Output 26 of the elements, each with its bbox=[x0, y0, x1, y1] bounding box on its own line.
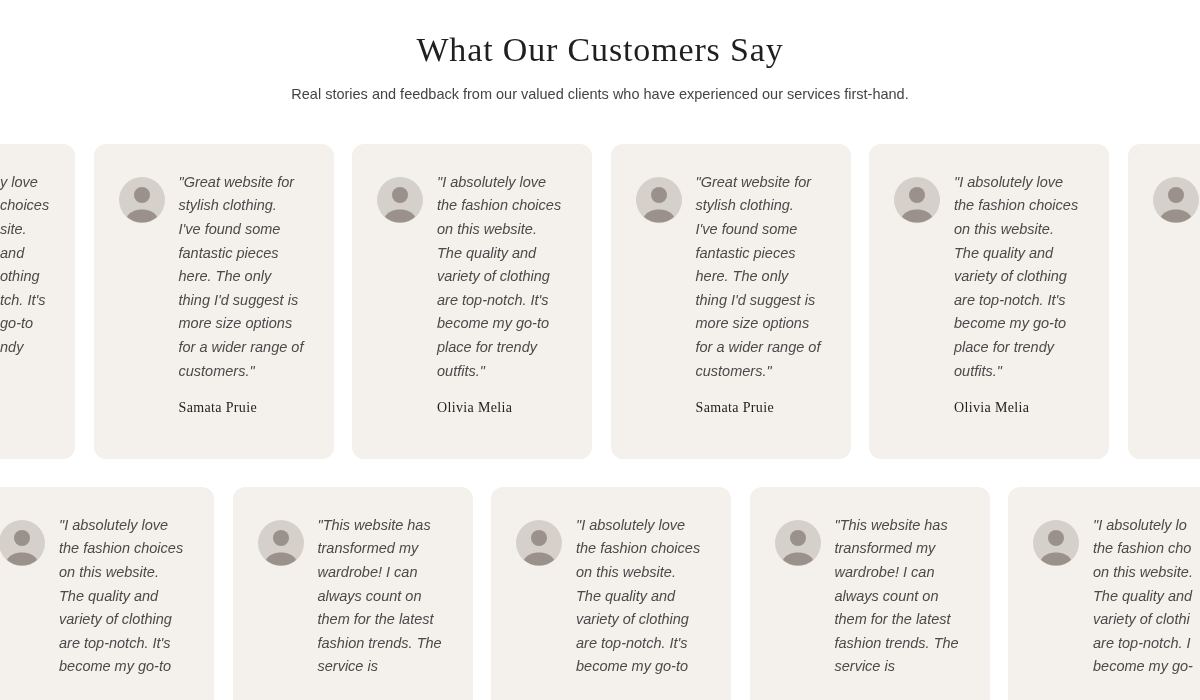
testimonial-quote: "I absolutely love the fashion choices on this website. The quality and variety of clothing are top-notch. It's become my go-to place for trendy outfits." bbox=[437, 172, 562, 381]
testimonial-quote: y love choices site. and othing tch. It's go-to ndy bbox=[0, 172, 51, 357]
testimonial-quote: "This website has transformed my wardrobe! I can always count on them for the latest fashion trends. The service is bbox=[317, 515, 442, 677]
avatar-silhouette-icon bbox=[516, 519, 562, 566]
testimonial-quote: "I absolutely love the fashion choices on this website. The quality and variety of clothing are top-notch. It's become my go-to place for trendy outfits." bbox=[954, 172, 1079, 381]
customer-name: Samata Pruie bbox=[695, 399, 775, 418]
customer-name: Olivia Melia bbox=[437, 399, 514, 418]
avatar-silhouette-icon bbox=[635, 176, 682, 223]
testimonial-quote: "I absolutely lo the fashion cho on this website. The quality and variety of clothi are top-notch. I become my go- bbox=[1093, 515, 1193, 677]
customer-name: Samata Pruie bbox=[178, 399, 258, 418]
avatar-silhouette-icon bbox=[1033, 519, 1079, 566]
testimonial-quote: "Great website for stylish clothing. I've found some fantastic pieces here. The only thing I'd suggest is more size options for a wider range of customers." bbox=[695, 172, 821, 381]
customer-name: Olivia Melia bbox=[954, 399, 1031, 418]
avatar-silhouette-icon bbox=[894, 176, 940, 223]
section-title: What Our Customers Say bbox=[416, 30, 784, 70]
avatar-silhouette-icon bbox=[0, 519, 45, 566]
avatar-silhouette-icon bbox=[118, 176, 165, 223]
avatar-silhouette-icon bbox=[377, 176, 423, 223]
testimonial-quote: "I absolutely love the fashion choices on this website. The quality and variety of clothing are top-notch. It's become my go-to bbox=[576, 515, 701, 677]
section-subtitle: Real stories and feedback from our valued clients who have experienced our services first-hand. bbox=[291, 85, 909, 104]
testimonial-quote: "Great website for stylish clothing. I've found some fantastic pieces here. The only thing I'd suggest is more size options for a wider range of customers." bbox=[178, 172, 304, 381]
avatar-silhouette-icon bbox=[257, 519, 304, 566]
avatar-silhouette-icon bbox=[774, 519, 821, 566]
testimonial-quote: "This website has transformed my wardrobe! I can always count on them for the latest fashion trends. The service is bbox=[834, 515, 959, 677]
avatar-silhouette-icon bbox=[1152, 176, 1199, 223]
testimonial-quote: "I absolutely love the fashion choices on this website. The quality and variety of clothing are top-notch. It's become my go-to bbox=[59, 515, 184, 677]
